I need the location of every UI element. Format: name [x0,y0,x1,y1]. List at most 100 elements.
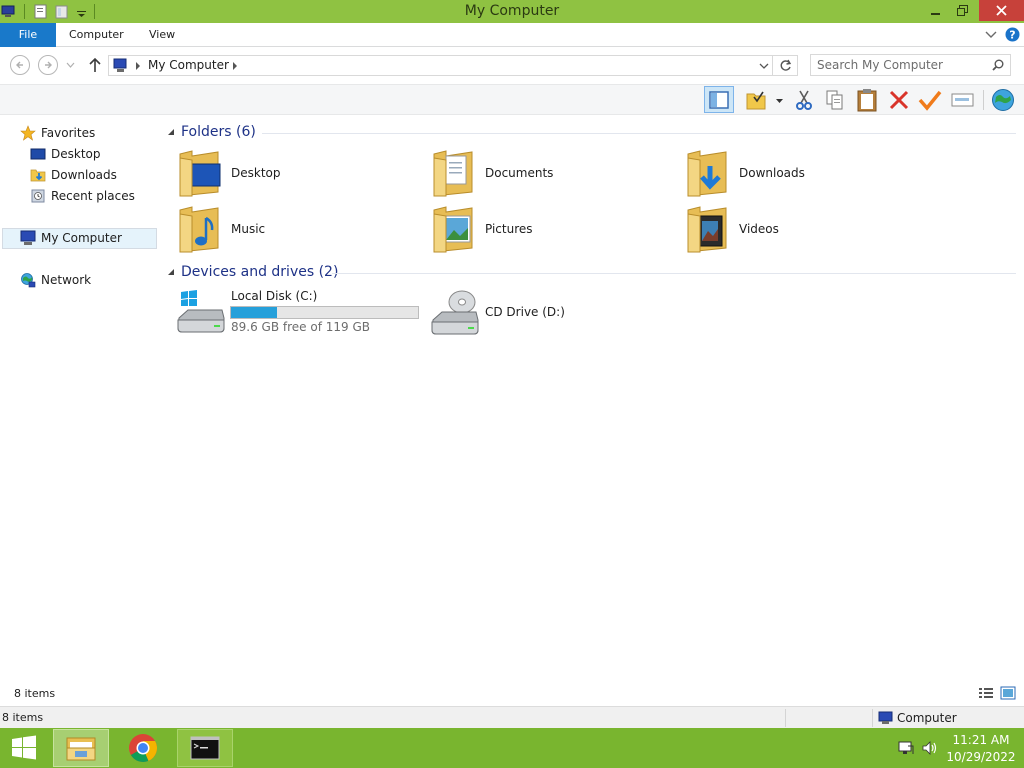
clock-time[interactable]: 11:21 AM [945,733,1017,747]
tab-computer[interactable]: Computer [69,23,124,47]
select-folder-button[interactable] [743,88,769,112]
back-button[interactable] [10,55,30,75]
nav-label: Network [41,273,92,287]
minimize-icon [931,12,940,15]
start-button[interactable] [0,729,48,767]
search-input[interactable] [817,57,982,73]
taskbar-chrome[interactable] [115,729,171,767]
desktop-folder-icon [179,150,221,197]
dropdown-arrow-icon[interactable] [775,98,784,104]
group-divider [262,133,1016,134]
cut-button[interactable] [791,88,817,112]
breadcrumb-chevron-icon[interactable] [232,62,238,70]
separator [872,709,873,727]
collapse-triangle-icon [168,128,174,135]
delete-button[interactable] [886,88,912,112]
large-icons-view-icon[interactable] [1000,686,1016,700]
back-arrow-icon [16,61,23,69]
zone-label: Computer [897,711,957,725]
network-tray-icon[interactable] [897,740,915,756]
nav-item-desktop[interactable]: Desktop [30,144,101,164]
star-icon [20,125,36,141]
nav-label: Recent places [51,189,135,203]
taskbar-file-explorer[interactable] [53,729,109,767]
computer-icon [20,230,36,245]
drive-label: Local Disk (C:) [231,289,318,303]
address-dropdown-icon[interactable] [759,63,769,70]
group-divider [332,273,1016,274]
checkmark-icon [918,90,942,111]
pictures-folder-icon [433,206,473,253]
ribbon-tabs: File Computer View ? [0,23,1024,47]
address-bar[interactable]: My Computer [108,55,773,76]
paste-button[interactable] [854,88,880,112]
separator [785,709,786,727]
apply-button[interactable] [917,88,943,112]
expand-ribbon-icon[interactable] [985,31,997,39]
taskbar-command-prompt[interactable] [177,729,233,767]
command-toolbar [0,84,1024,115]
command-prompt-icon [190,736,220,760]
nav-item-recent-places[interactable]: Recent places [30,186,135,206]
refresh-icon [780,59,792,71]
hard-drive-icon [177,290,225,333]
folder-label: Pictures [485,222,533,236]
desktop-icon [30,148,46,160]
up-arrow-icon[interactable] [88,57,102,73]
nav-favorites[interactable]: Favorites [20,123,95,143]
refresh-button[interactable] [773,55,798,76]
nav-label: Favorites [41,126,96,140]
folder-label: Documents [485,166,554,180]
close-icon [996,5,1007,16]
details-status-bar: 8 items Computer [0,706,1024,728]
music-folder-icon [179,206,219,253]
cd-drive-icon [431,290,479,335]
folder-label: Downloads [739,166,805,180]
item-count: 8 items [2,711,44,724]
forward-button[interactable] [38,55,58,75]
clock-date[interactable]: 10/29/2022 [945,750,1017,764]
volume-icon[interactable] [921,740,939,756]
help-icon[interactable]: ? [1005,27,1020,42]
globe-button[interactable] [990,88,1016,112]
minimize-button[interactable] [924,0,948,21]
tab-file[interactable]: File [0,23,56,47]
network-icon [21,273,36,288]
folder-label: Videos [739,222,779,236]
nav-network[interactable]: Network [20,270,91,290]
nav-label: Downloads [51,168,117,182]
folder-label: Desktop [231,166,281,180]
search-icon[interactable] [992,59,1004,71]
rename-button[interactable] [950,88,976,112]
item-count: 8 items [14,687,56,700]
breadcrumb-my-computer[interactable]: My Computer [148,58,229,72]
details-view-icon[interactable] [978,686,994,700]
breadcrumb-chevron-icon[interactable] [135,62,141,70]
folder-label: Music [231,222,266,236]
drive-label: CD Drive (D:) [485,305,565,319]
search-box[interactable] [810,54,1011,76]
window-title: My Computer [464,3,560,19]
scissors-icon [796,90,812,110]
tab-view[interactable]: View [149,23,175,47]
nav-label: My Computer [41,231,122,245]
file-explorer-icon [66,737,96,761]
windows-logo-icon [12,735,36,760]
copy-button[interactable] [822,88,848,112]
videos-folder-icon [687,206,727,253]
group-title: Devices and drives (2) [181,264,339,280]
recent-locations-icon[interactable] [66,62,75,68]
delete-x-icon [889,90,909,110]
close-button[interactable] [979,0,1024,21]
recent-places-icon [31,189,45,203]
folders-group-header[interactable]: Folders (6) [168,124,256,140]
restore-icon [956,5,968,16]
nav-my-computer[interactable]: My Computer [20,228,122,248]
drives-group-header[interactable]: Devices and drives (2) [168,264,338,280]
preview-pane-button[interactable] [704,86,734,113]
restore-button[interactable] [950,0,974,21]
drive-usage-fill [231,307,278,318]
drive-usage-bar [230,306,419,319]
status-bar: 8 items [0,684,1024,704]
nav-item-downloads[interactable]: Downloads [30,165,117,185]
